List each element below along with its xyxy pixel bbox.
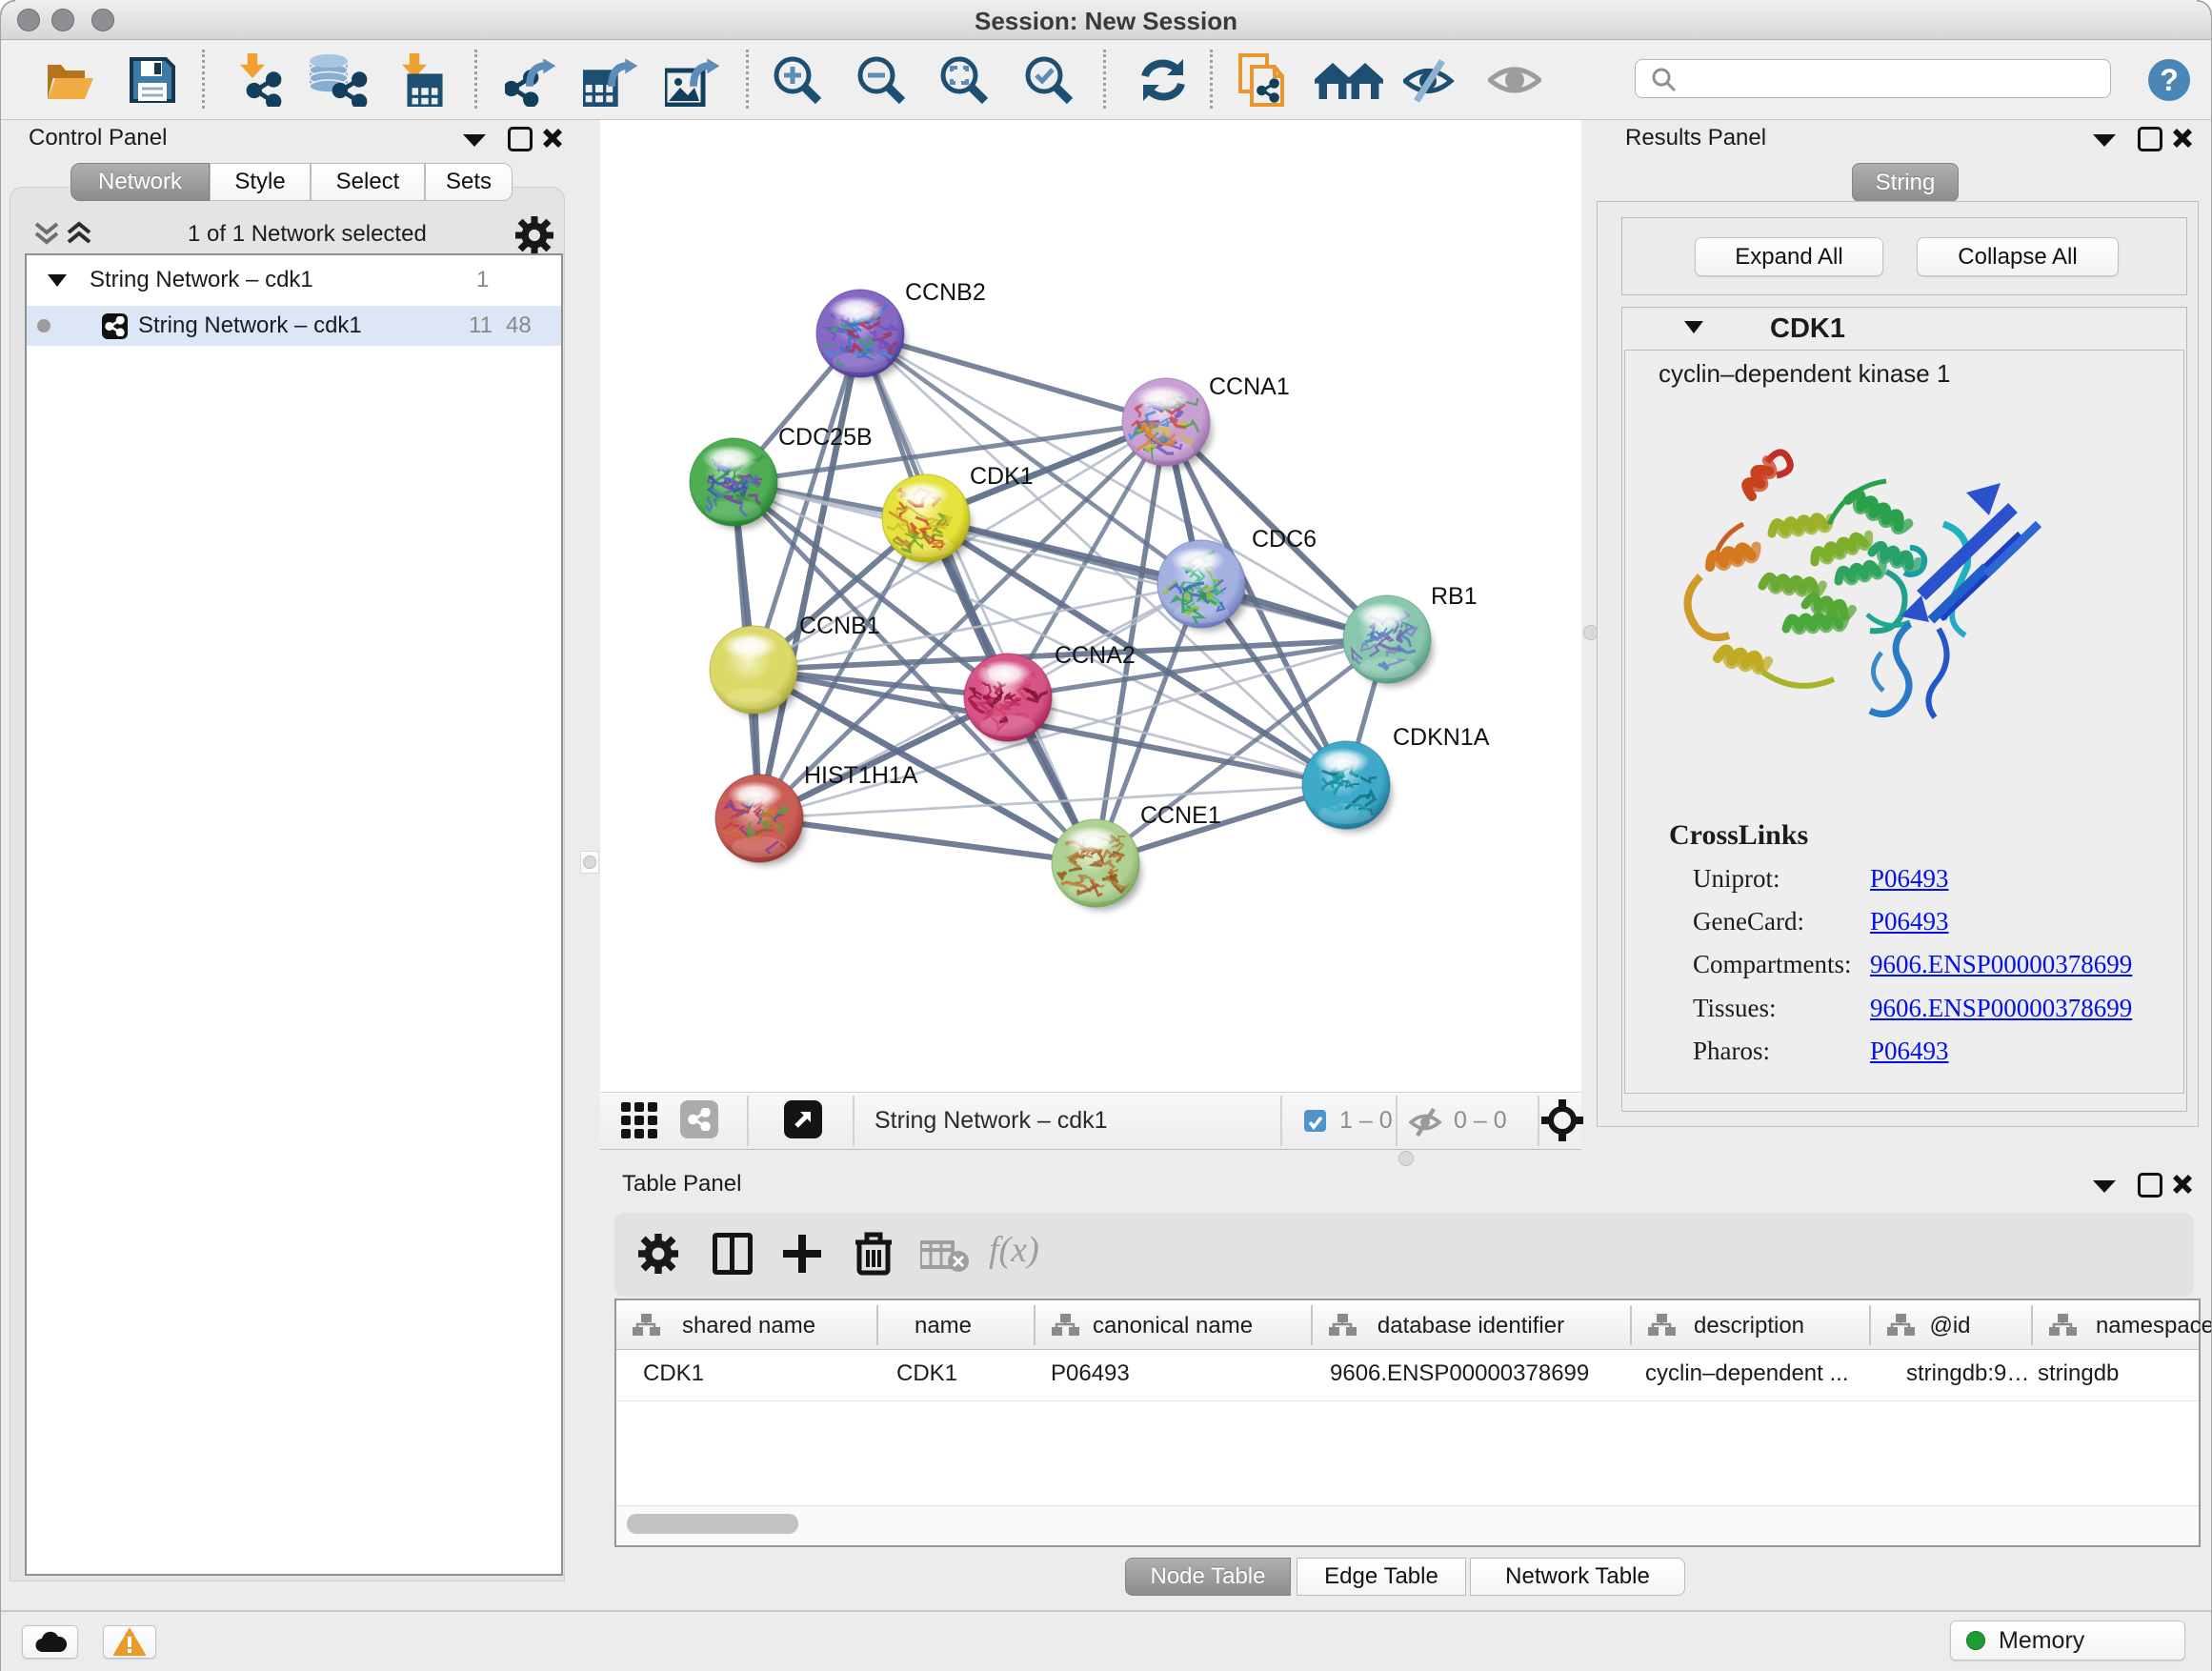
svg-text:CCNE1: CCNE1: [1140, 802, 1221, 829]
svg-text:CCNA1: CCNA1: [1209, 373, 1290, 400]
svg-text:CDK1: CDK1: [970, 463, 1034, 490]
svg-text:CDC6: CDC6: [1252, 526, 1317, 553]
svg-text:CDKN1A: CDKN1A: [1393, 724, 1490, 751]
svg-text:CDC25B: CDC25B: [778, 424, 873, 451]
svg-text:CCNB1: CCNB1: [799, 613, 880, 639]
svg-text:CCNA2: CCNA2: [1055, 642, 1136, 669]
svg-text:RB1: RB1: [1431, 583, 1478, 610]
svg-text:HIST1H1A: HIST1H1A: [804, 762, 918, 789]
svg-text:CCNB2: CCNB2: [905, 279, 986, 306]
